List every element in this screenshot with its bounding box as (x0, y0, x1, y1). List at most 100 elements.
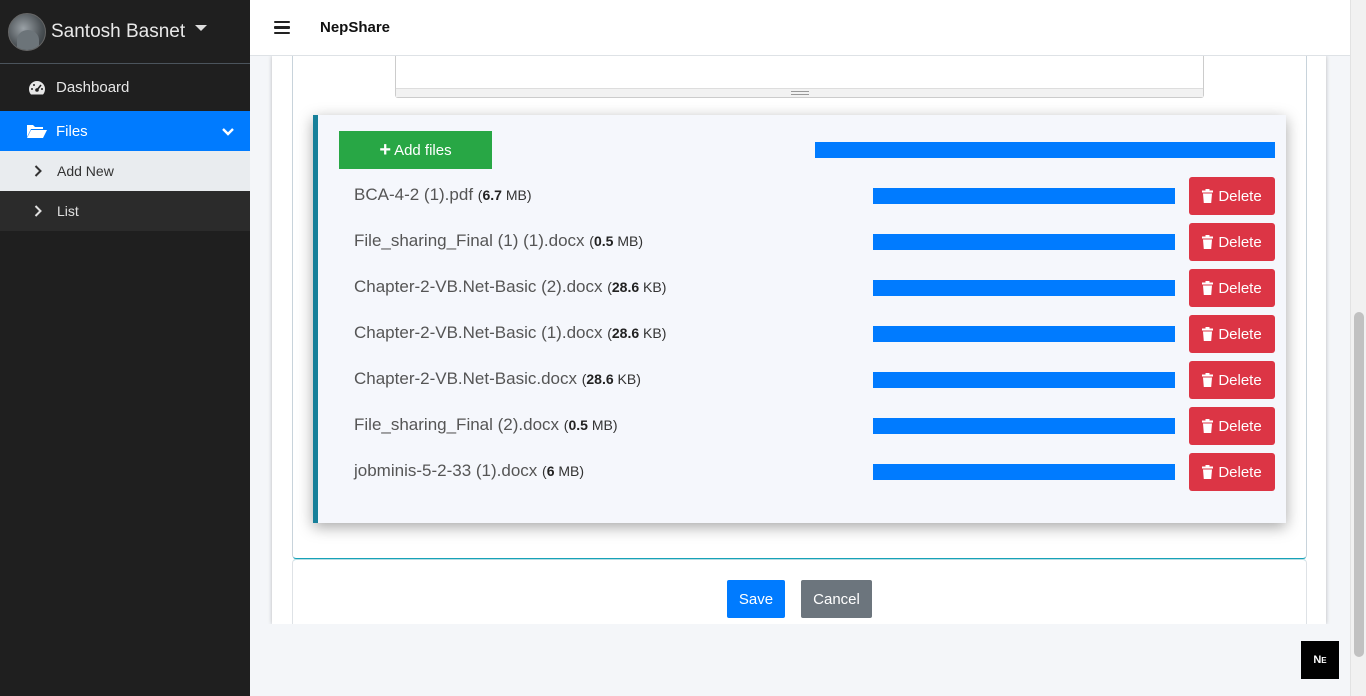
file-size-unit: KB (643, 279, 662, 295)
sidebar-item-label: Dashboard (56, 79, 130, 96)
file-progress-bar (873, 464, 1175, 480)
sidebar: Santosh Basnet Dashboard Files Add New L… (0, 0, 250, 696)
chevron-right-icon (34, 165, 44, 177)
page-bottom (250, 624, 1350, 696)
file-name: Chapter-2-VB.Net-Basic.docx (28.6 KB) (354, 369, 641, 389)
trash-icon (1202, 327, 1214, 341)
total-progress-fill (815, 142, 1275, 158)
file-size-unit: MB (617, 233, 639, 249)
user-name: Santosh Basnet (51, 20, 186, 42)
file-progress-bar (873, 326, 1175, 342)
folder-open-icon (26, 122, 48, 140)
file-progress-bar (873, 418, 1175, 434)
file-size-unit: MB (505, 187, 527, 203)
file-name: Chapter-2-VB.Net-Basic (1).docx (28.6 KB… (354, 323, 666, 343)
save-button[interactable]: Save (727, 580, 785, 618)
delete-button[interactable]: Delete (1189, 361, 1275, 399)
delete-button[interactable]: Delete (1189, 315, 1275, 353)
file-size: (28.6 KB) (607, 325, 667, 341)
delete-label: Delete (1218, 463, 1262, 481)
file-size-value: 28.6 (586, 371, 614, 387)
trash-icon (1202, 235, 1214, 249)
add-files-label: Add files (394, 141, 452, 159)
file-size: (28.6 KB) (607, 279, 667, 295)
chevron-right-icon (34, 205, 44, 217)
file-name-text: Chapter-2-VB.Net-Basic (2).docx (354, 277, 603, 296)
file-row: Chapter-2-VB.Net-Basic.docx (28.6 KB) Del… (354, 361, 1275, 399)
file-row: Chapter-2-VB.Net-Basic (2).docx (28.6 KB… (354, 269, 1275, 307)
sidebar-item-files[interactable]: Files (0, 111, 250, 151)
hamburger-menu-icon[interactable] (274, 20, 290, 35)
top-navbar: NepShare (250, 0, 1350, 56)
chevron-down-icon (222, 124, 234, 141)
file-size-value: 6.7 (482, 187, 502, 203)
file-size-unit: MB (558, 463, 580, 479)
sidebar-item-dashboard[interactable]: Dashboard (0, 64, 250, 111)
file-name-text: File_sharing_Final (1) (1).docx (354, 231, 585, 250)
delete-label: Delete (1218, 325, 1262, 343)
caret-down-icon[interactable] (195, 24, 208, 31)
file-progress-fill (873, 280, 1175, 296)
file-progress-fill (873, 464, 1175, 480)
file-progress-bar (873, 372, 1175, 388)
plus-icon: + (379, 139, 392, 161)
trash-icon (1202, 419, 1214, 433)
sidebar-subitem-add-new[interactable]: Add New (0, 151, 250, 191)
sidebar-item-label: Files (56, 122, 88, 140)
description-textarea[interactable] (395, 56, 1204, 98)
file-size-unit: KB (643, 325, 662, 341)
delete-button[interactable]: Delete (1189, 269, 1275, 307)
page-scrollbar[interactable] (1350, 0, 1366, 696)
delete-button[interactable]: Delete (1189, 223, 1275, 261)
sidebar-subitem-list[interactable]: List (0, 191, 250, 231)
form-footer (292, 559, 1307, 624)
trash-icon (1202, 281, 1214, 295)
scrollbar-thumb[interactable] (1354, 312, 1364, 657)
avatar (8, 12, 46, 51)
delete-button[interactable]: Delete (1189, 453, 1275, 491)
file-row: File_sharing_Final (1) (1).docx (0.5 MB)… (354, 223, 1275, 261)
delete-button[interactable]: Delete (1189, 177, 1275, 215)
file-size-value: 28.6 (611, 325, 640, 341)
file-name: File_sharing_Final (1) (1).docx (0.5 MB) (354, 231, 643, 251)
resize-handle-icon[interactable] (396, 88, 1203, 97)
total-progress-bar (815, 142, 1275, 158)
file-progress-fill (873, 326, 1175, 342)
trash-icon (1202, 373, 1214, 387)
file-name-text: jobminis-5-2-33 (1).docx (354, 461, 538, 480)
trash-icon (1202, 465, 1214, 479)
add-files-button[interactable]: + Add files (339, 131, 492, 169)
file-row: jobminis-5-2-33 (1).docx (6 MB) Delete (354, 453, 1275, 491)
file-size-value: 0.5 (593, 233, 614, 249)
file-progress-fill (873, 418, 1175, 434)
file-row: File_sharing_Final (2).docx (0.5 MB) Dele… (354, 407, 1275, 445)
sidebar-subitem-label: List (57, 203, 79, 219)
file-progress-fill (873, 234, 1175, 250)
file-name: File_sharing_Final (2).docx (0.5 MB) (354, 415, 617, 435)
file-progress-fill (873, 188, 1175, 204)
user-panel[interactable]: Santosh Basnet (0, 0, 250, 64)
file-size: (0.5 MB) (589, 233, 643, 249)
file-size-unit: MB (591, 417, 613, 433)
file-progress-fill (873, 372, 1175, 388)
brand-title[interactable]: NepShare (320, 19, 390, 36)
file-size: (28.6 KB) (581, 371, 641, 387)
file-size: (6 MB) (542, 463, 585, 479)
file-progress-bar (873, 188, 1175, 204)
file-name: BCA-4-2 (1).pdf (6.7 MB) (354, 185, 531, 205)
file-size: (0.5 MB) (563, 417, 618, 433)
delete-label: Delete (1218, 233, 1262, 251)
delete-button[interactable]: Delete (1189, 407, 1275, 445)
file-size-value: 28.6 (611, 279, 640, 295)
file-name-text: Chapter-2-VB.Net-Basic.docx (354, 369, 577, 388)
file-progress-bar (873, 234, 1175, 250)
file-progress-bar (873, 280, 1175, 296)
file-name-text: Chapter-2-VB.Net-Basic (1).docx (354, 323, 603, 342)
delete-label: Delete (1218, 417, 1262, 435)
file-row: BCA-4-2 (1).pdf (6.7 MB) Delete (354, 177, 1275, 215)
file-row: Chapter-2-VB.Net-Basic (1).docx (28.6 KB… (354, 315, 1275, 353)
trash-icon (1202, 189, 1214, 203)
corner-logo-badge[interactable]: NE (1301, 641, 1339, 679)
delete-label: Delete (1218, 279, 1262, 297)
cancel-button[interactable]: Cancel (801, 580, 872, 618)
